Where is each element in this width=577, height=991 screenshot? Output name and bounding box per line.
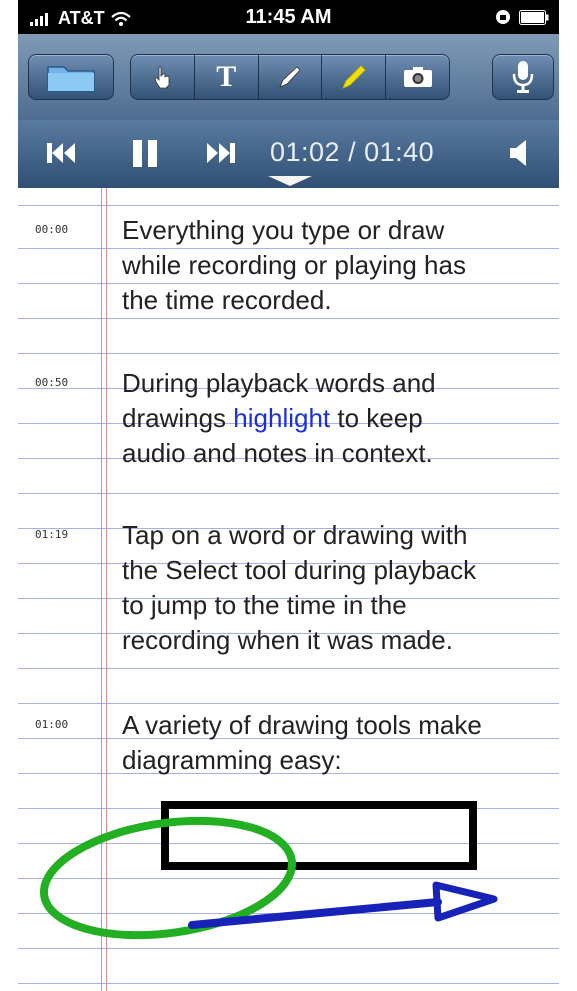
drawn-rectangle[interactable] [161,801,477,870]
skip-back-icon [47,143,75,163]
drawing-layer[interactable] [18,188,559,991]
pen-icon [279,66,301,88]
folder-button[interactable] [28,54,114,100]
clock: 11:45 AM [245,6,332,28]
pause-button[interactable] [128,136,162,175]
status-right [495,9,549,25]
pen-tool-button[interactable] [259,55,323,99]
skip-back-button[interactable] [44,136,78,175]
camera-tool-button[interactable] [386,55,449,99]
playback-bar: 01:02 / 01:40 [18,120,559,188]
status-bar: AT&T 11:45 AM [18,0,559,34]
speaker-icon [510,140,526,166]
record-button[interactable] [492,54,554,100]
tool-bar: T [18,34,559,121]
microphone-icon [512,61,534,93]
drawn-arrow-head[interactable] [432,881,498,922]
text-tool-button[interactable]: T [195,55,259,99]
tool-selector: T [130,54,450,100]
select-hand-icon [154,66,170,89]
volume-button[interactable] [508,136,532,175]
camera-icon [403,67,432,87]
toolbar-collapse-tab[interactable] [268,176,312,186]
drawn-arrow-shaft[interactable] [188,898,442,929]
folder-icon [47,66,95,92]
pause-icon [133,140,157,167]
playback-time: 01:02 / 01:40 [270,137,435,167]
skip-forward-icon [207,143,235,163]
notebook-page: 00:00 Everything you type or draw while … [18,188,559,991]
battery-icon [519,9,549,25]
highlighter-icon [342,65,366,89]
highlighter-tool-button[interactable] [322,55,387,99]
skip-forward-button[interactable] [204,136,238,175]
text-tool-icon: T [216,60,237,93]
rotation-lock-icon [496,10,510,24]
select-tool-button[interactable] [131,55,195,99]
